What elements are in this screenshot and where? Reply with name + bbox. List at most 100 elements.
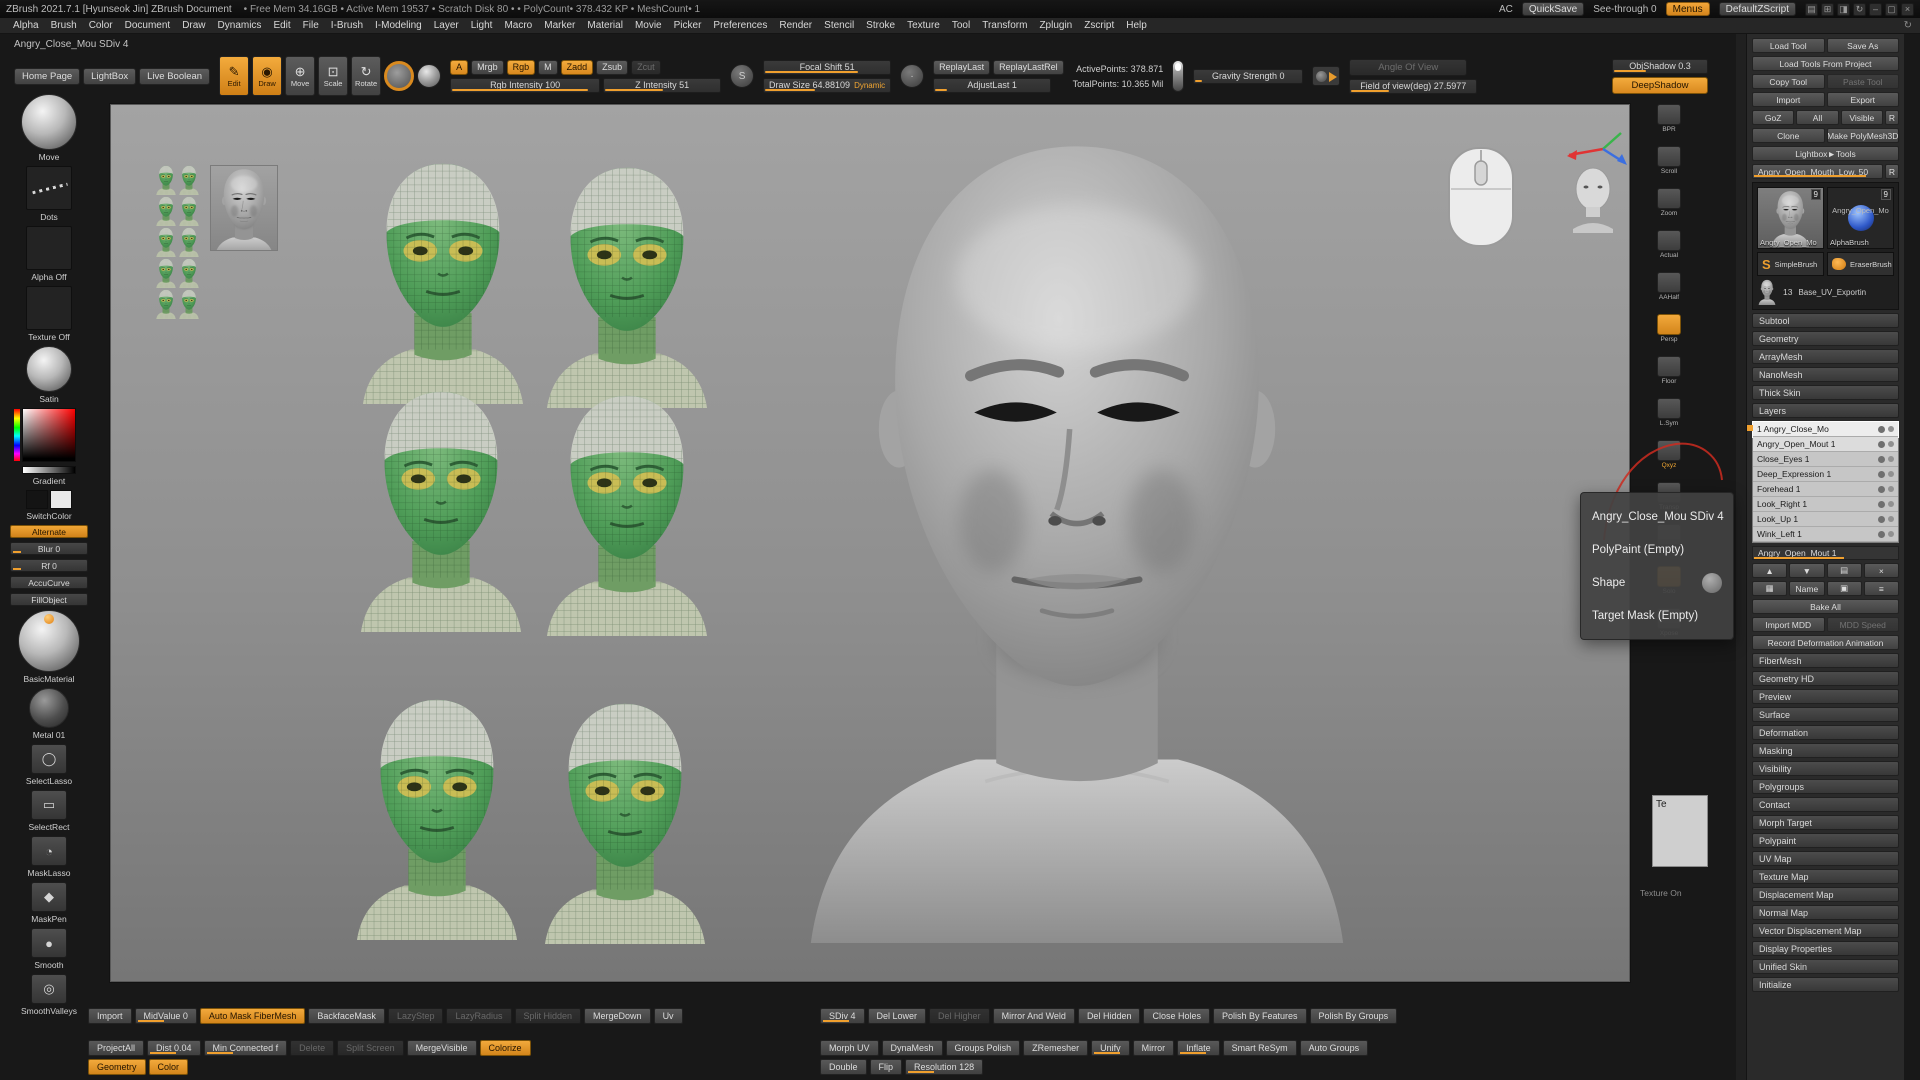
bb-lazyradius-button[interactable]: LazyRadius [446, 1008, 511, 1024]
layer-visibility-icon[interactable] [1878, 531, 1885, 538]
bb-morph-uv-button[interactable]: Morph UV [820, 1040, 879, 1056]
section-arraymesh[interactable]: ArrayMesh [1752, 349, 1899, 364]
maximize-icon[interactable]: ▢ [1885, 3, 1898, 16]
mini-head-thumb[interactable] [155, 196, 177, 226]
section-subtool[interactable]: Subtool [1752, 313, 1899, 328]
see-through-slider[interactable]: See-through 0 [1593, 4, 1656, 15]
bb-mirror-and-weld-button[interactable]: Mirror And Weld [993, 1008, 1075, 1024]
tp-export-button[interactable]: Export [1827, 92, 1900, 107]
layer-copy-button[interactable]: ▣ [1827, 581, 1862, 596]
layer-record-icon[interactable] [1888, 471, 1894, 477]
section-thick-skin[interactable]: Thick Skin [1752, 385, 1899, 400]
popup-item-target-mask-empty[interactable]: Target Mask (Empty) [1581, 599, 1733, 632]
split-icon[interactable]: ◨ [1837, 3, 1850, 16]
bb-split-screen-button[interactable]: Split Screen [337, 1040, 404, 1056]
menu-render[interactable]: Render [774, 19, 817, 32]
main-color-swatch[interactable] [26, 490, 48, 509]
section-texture-map[interactable]: Texture Map [1752, 869, 1899, 884]
default-zscript-button[interactable]: DefaultZScript [1719, 2, 1796, 16]
section-geometry[interactable]: Geometry [1752, 331, 1899, 346]
rgb-intensity-slider[interactable]: Rgb Intensity 100 [450, 78, 600, 93]
bb-color-button[interactable]: Color [149, 1059, 189, 1075]
strip-l-sym[interactable]: L.Sym [1657, 398, 1681, 427]
bb-smart-resym-button[interactable]: Smart ReSym [1223, 1040, 1297, 1056]
texture-toggle-label[interactable]: Texture On [1640, 888, 1682, 898]
strip-aahalf[interactable]: AAHalf [1657, 272, 1681, 301]
menu-help[interactable]: Help [1121, 19, 1152, 32]
section-vector-displacement-map[interactable]: Vector Displacement Map [1752, 923, 1899, 938]
active-tool-thumbnail[interactable]: 9 Angry_Open_Mo [1757, 187, 1824, 249]
field-of-view-slider[interactable]: Field of view(deg) 27.5977 [1349, 79, 1477, 94]
layer-name-button[interactable]: Name [1789, 581, 1824, 596]
layer-row[interactable]: 1 Angry_Close_Mo [1753, 422, 1898, 437]
mini-head-thumb[interactable] [178, 196, 200, 226]
layer-visibility-icon[interactable] [1878, 501, 1885, 508]
layer-visibility-icon[interactable] [1878, 516, 1885, 523]
layer-record-icon[interactable] [1888, 486, 1894, 492]
gravity-strength-slider[interactable]: Gravity Strength 0 [1193, 69, 1303, 84]
tp-lightbox-tools-button[interactable]: Lightbox►Tools [1752, 146, 1899, 161]
bb-auto-groups-button[interactable]: Auto Groups [1300, 1040, 1369, 1056]
popup-item-shape[interactable]: Shape [1581, 566, 1733, 599]
quicksave-button[interactable]: QuickSave [1522, 2, 1584, 16]
menu-edit[interactable]: Edit [268, 19, 295, 32]
grid-icon[interactable]: ▤ [1805, 3, 1818, 16]
section-contact[interactable]: Contact [1752, 797, 1899, 812]
layer-row[interactable]: Look_Right 1 [1753, 497, 1898, 512]
mini-head-thumb[interactable] [178, 165, 200, 195]
mini-head-thumb[interactable] [155, 165, 177, 195]
zadd-button[interactable]: Zadd [561, 60, 594, 75]
refresh-icon[interactable]: ↻ [1853, 3, 1866, 16]
zcut-button[interactable]: Zcut [631, 60, 661, 75]
layer-record-icon[interactable] [1888, 456, 1894, 462]
rotate-button[interactable]: ↻Rotate [351, 56, 381, 96]
sidebar-item-smooth[interactable]: ●Smooth [31, 928, 67, 970]
menu-macro[interactable]: Macro [499, 19, 537, 32]
section-layers[interactable]: Layers [1752, 403, 1899, 418]
mdd-speed-button[interactable]: MDD Speed [1827, 617, 1900, 632]
adjust-last-slider[interactable]: AdjustLast 1 [933, 78, 1051, 93]
bb-unify-button[interactable]: Unify [1091, 1040, 1130, 1056]
bb-geometry-button[interactable]: Geometry [88, 1059, 146, 1075]
scale-button[interactable]: ⊡Scale [318, 56, 348, 96]
menu-i-modeling[interactable]: I-Modeling [370, 19, 427, 32]
bb-sdiv-4-button[interactable]: SDiv 4 [820, 1008, 865, 1024]
mini-head-thumb[interactable] [155, 227, 177, 257]
bb-delete-button[interactable]: Delete [290, 1040, 334, 1056]
bb-dist-0-04-button[interactable]: Dist 0.04 [147, 1040, 201, 1056]
layer-down-button[interactable]: ▼ [1789, 563, 1824, 578]
strip-persp[interactable]: Persp [1657, 314, 1681, 343]
secondary-color-swatch[interactable] [50, 490, 72, 509]
bb-polish-by-features-button[interactable]: Polish By Features [1213, 1008, 1307, 1024]
popup-item-polypaint-empty[interactable]: PolyPaint (Empty) [1581, 533, 1733, 566]
blur-0-slider[interactable]: Blur 0 [10, 542, 88, 555]
menu-file[interactable]: File [298, 19, 324, 32]
bake-all-button[interactable]: Bake All [1752, 599, 1899, 614]
draw-button[interactable]: ◉Draw [252, 56, 282, 96]
layer-row[interactable]: Wink_Left 1 [1753, 527, 1898, 542]
sidebar-item-smoothvalleys[interactable]: ◎SmoothValleys [21, 974, 77, 1016]
menu-dynamics[interactable]: Dynamics [213, 19, 267, 32]
bb-dynamesh-button[interactable]: DynaMesh [882, 1040, 943, 1056]
sidebar-item-blur-0[interactable]: Blur 0 [10, 542, 88, 555]
mini-head-thumb[interactable] [178, 258, 200, 288]
layer-film-button[interactable]: ▦ [1752, 581, 1787, 596]
tp-r-button[interactable]: R [1885, 164, 1899, 179]
bb-polish-by-groups-button[interactable]: Polish By Groups [1310, 1008, 1398, 1024]
sidebar-item-selectlasso[interactable]: ◯SelectLasso [26, 744, 72, 786]
camera-icon[interactable] [1312, 66, 1340, 86]
bb-resolution-128-button[interactable]: Resolution 128 [905, 1059, 983, 1075]
mini-head-thumb[interactable] [178, 227, 200, 257]
bb-uv-button[interactable]: Uv [654, 1008, 683, 1024]
strip-scroll[interactable]: Scroll [1657, 146, 1681, 175]
edit-button[interactable]: ✎Edit [219, 56, 249, 96]
section-preview[interactable]: Preview [1752, 689, 1899, 704]
import-mdd-button[interactable]: Import MDD [1752, 617, 1825, 632]
angle-of-view-button[interactable]: Angle Of View [1349, 59, 1467, 76]
strip-bpr[interactable]: BPR [1657, 104, 1681, 133]
replay-last-button[interactable]: ReplayLast [933, 60, 990, 75]
menu-i-brush[interactable]: I-Brush [326, 19, 368, 32]
layer-record-icon[interactable] [1888, 441, 1894, 447]
section-surface[interactable]: Surface [1752, 707, 1899, 722]
bb-colorize-button[interactable]: Colorize [480, 1040, 531, 1056]
